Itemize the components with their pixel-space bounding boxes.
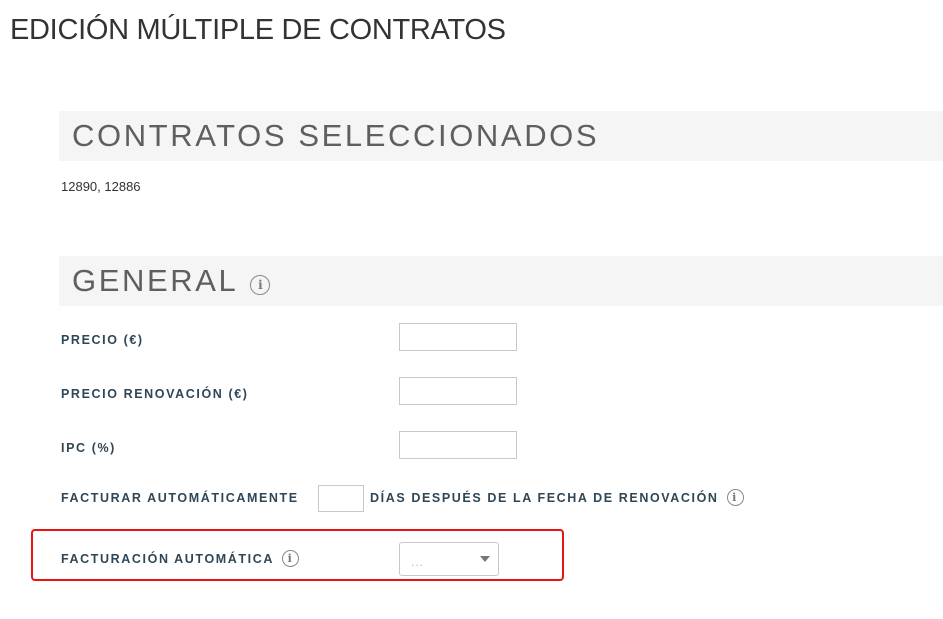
page: EDICIÓN MÚLTIPLE DE CONTRATOS CONTRATOS …: [0, 0, 943, 619]
facturar-dias-input[interactable]: [318, 485, 364, 512]
info-circle-icon[interactable]: i: [250, 275, 271, 295]
selected-contract-ids: 12890, 12886: [61, 179, 141, 194]
precio-label: PRECIO (€): [61, 333, 144, 347]
select-value: ...: [411, 555, 425, 569]
facturacion-automatica-select[interactable]: ...: [399, 542, 499, 576]
ipc-input[interactable]: [399, 431, 517, 459]
precio-renovacion-input[interactable]: [399, 377, 517, 405]
selected-contracts-heading: CONTRATOS SELECCIONADOS: [72, 118, 600, 153]
facturar-auto-label-before: FACTURAR AUTOMÁTICAMENTE: [61, 491, 299, 505]
info-circle-icon[interactable]: i: [726, 489, 744, 506]
dias-despues-label: DÍAS DESPUÉS DE LA FECHA DE RENOVACIÓN i: [370, 489, 744, 506]
page-title: EDICIÓN MÚLTIPLE DE CONTRATOS: [10, 14, 506, 46]
precio-renovacion-label: PRECIO RENOVACIÓN (€): [61, 387, 249, 401]
ipc-label: IPC (%): [61, 441, 116, 455]
precio-input[interactable]: [399, 323, 517, 351]
precio-label-text: PRECIO (€): [61, 333, 144, 347]
general-header: GENERAL i: [59, 256, 943, 306]
selected-contracts-header: CONTRATOS SELECCIONADOS: [59, 111, 943, 161]
general-heading: GENERAL: [72, 263, 239, 298]
dias-despues-label-text: DÍAS DESPUÉS DE LA FECHA DE RENOVACIÓN: [370, 490, 719, 505]
precio-renovacion-label-text: PRECIO RENOVACIÓN (€): [61, 387, 249, 401]
ipc-label-text: IPC (%): [61, 441, 116, 455]
facturacion-automatica-label: FACTURACIÓN AUTOMÁTICA i: [61, 550, 299, 567]
info-circle-icon[interactable]: i: [281, 550, 299, 567]
chevron-down-icon: [480, 556, 490, 562]
facturacion-automatica-label-text: FACTURACIÓN AUTOMÁTICA: [61, 551, 274, 566]
facturar-auto-label: FACTURAR AUTOMÁTICAMENTE: [61, 491, 299, 505]
